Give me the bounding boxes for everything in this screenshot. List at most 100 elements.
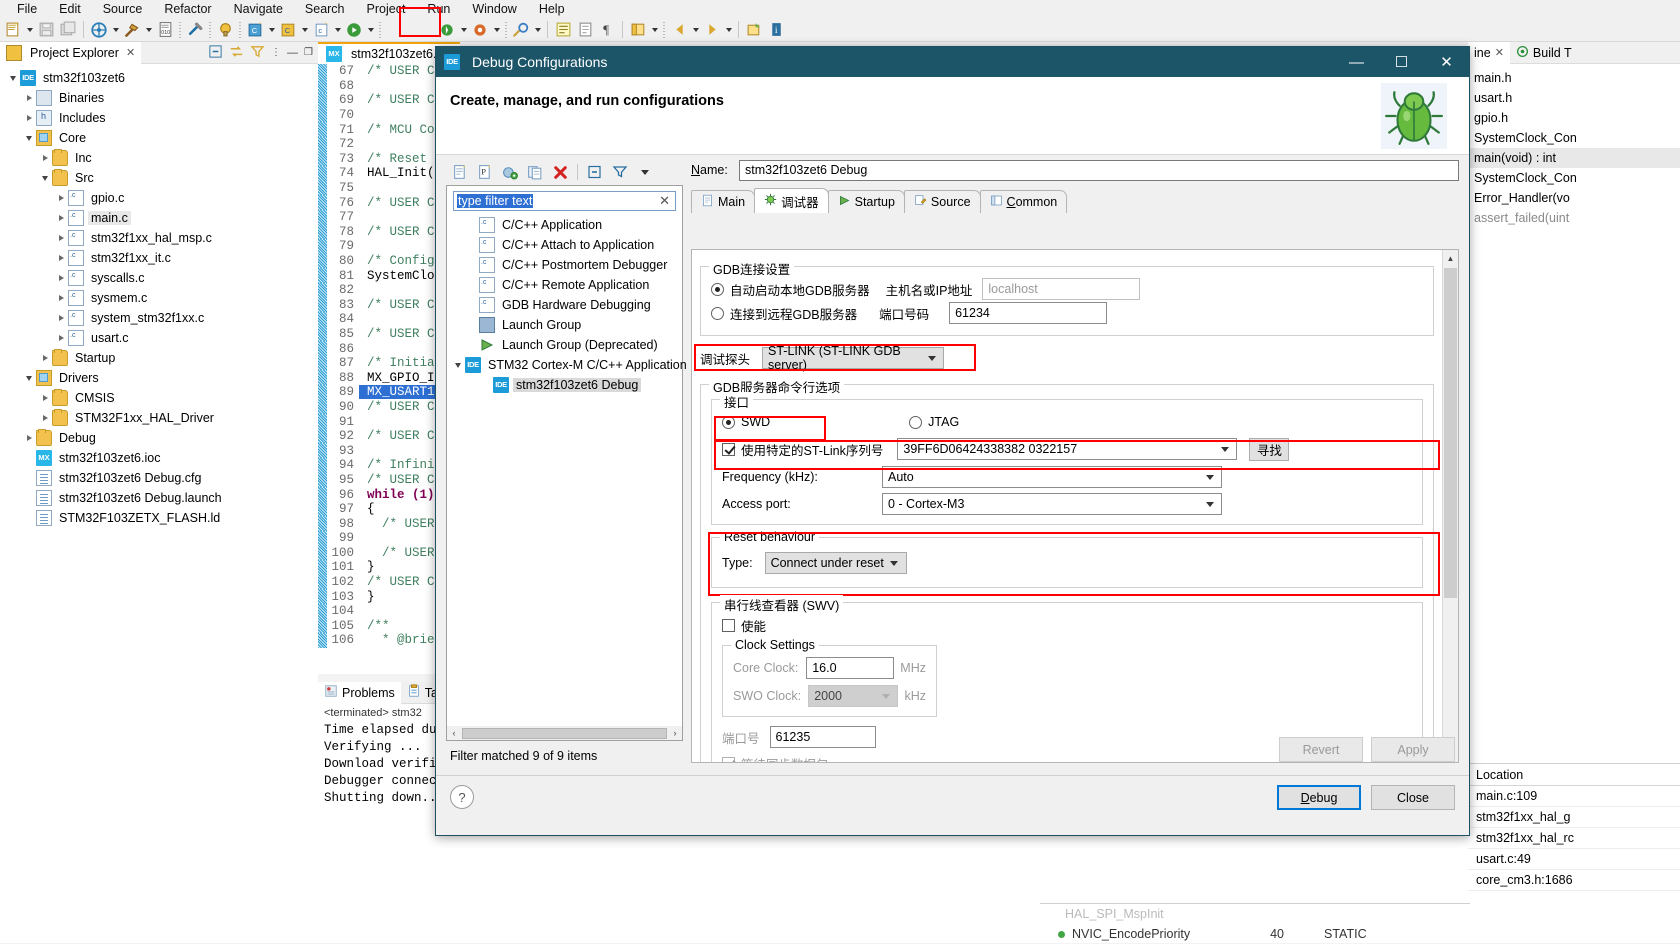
tree-item[interactable]: Src: [0, 168, 318, 188]
tree-item[interactable]: sysmem.c: [0, 288, 318, 308]
table-row[interactable]: stm32f1xx_hal_g: [1468, 807, 1680, 828]
config-tree-item[interactable]: Launch Group: [447, 315, 682, 335]
view-menu-icon[interactable]: ⋮: [271, 47, 281, 57]
access-port-combo[interactable]: 0 - Cortex-M3: [882, 493, 1222, 515]
menu-item-refactor[interactable]: Refactor: [153, 2, 222, 16]
outline-item[interactable]: gpio.h: [1468, 108, 1680, 128]
wait-for-sync-checkbox[interactable]: [722, 756, 735, 762]
build-c-config-icon[interactable]: C: [244, 19, 266, 40]
new-prototype-icon[interactable]: P: [475, 162, 496, 183]
apply-button[interactable]: Apply: [1371, 737, 1455, 762]
collapse-all-icon[interactable]: [208, 44, 223, 62]
tree-item[interactable]: main.c: [0, 208, 318, 228]
table-row[interactable]: usart.c:49: [1468, 849, 1680, 870]
tree-twisty-right[interactable]: [22, 435, 36, 441]
tree-item[interactable]: STM32F1xx_HAL_Driver: [0, 408, 318, 428]
forward-dropdown-arrow[interactable]: [723, 19, 734, 40]
tree-item[interactable]: Debug: [0, 428, 318, 448]
minimize-button[interactable]: —: [1334, 47, 1379, 77]
menu-arrow-icon[interactable]: [634, 162, 655, 183]
maximize-button[interactable]: ☐: [1379, 47, 1424, 77]
config-tree-hscrollbar[interactable]: ‹ ›: [446, 726, 683, 741]
tree-twisty-right[interactable]: [38, 155, 52, 161]
filter-input[interactable]: type filter text ✕: [453, 191, 676, 211]
run-icon[interactable]: [343, 19, 365, 40]
clean-icon[interactable]: [184, 19, 206, 40]
tab-source[interactable]: Source: [903, 190, 981, 213]
tree-item[interactable]: Startup: [0, 348, 318, 368]
auto-gdb-radio[interactable]: [711, 282, 724, 296]
tree-twisty-right[interactable]: [38, 415, 52, 421]
delete-icon[interactable]: [550, 162, 571, 183]
tree-item[interactable]: Includes: [0, 108, 318, 128]
menu-item-edit[interactable]: Edit: [48, 2, 92, 16]
minimize-icon[interactable]: —: [287, 47, 298, 59]
config-tree-item[interactable]: Launch Group (Deprecated): [447, 335, 682, 355]
tree-twisty-right[interactable]: [54, 255, 68, 261]
outline-item[interactable]: SystemClock_Con: [1468, 128, 1680, 148]
maximize-icon[interactable]: ❐: [304, 47, 313, 58]
outline-item[interactable]: usart.h: [1468, 88, 1680, 108]
close-button[interactable]: ✕: [1424, 47, 1469, 77]
tree-twisty-down[interactable]: [38, 175, 52, 181]
menu-item-navigate[interactable]: Navigate: [223, 2, 294, 16]
tree-item[interactable]: stm32f103zet6 Debug.launch: [0, 488, 318, 508]
tree-item[interactable]: IDE stm32f103zet6: [0, 68, 318, 88]
config-tree-item[interactable]: GDB Hardware Debugging: [447, 295, 682, 315]
list-item[interactable]: NVIC_EncodePriority 40 STATIC: [1040, 924, 1470, 944]
export-icon[interactable]: [500, 162, 521, 183]
menu-item-run[interactable]: Run: [416, 2, 461, 16]
scroll-left-arrow[interactable]: ‹: [447, 727, 461, 740]
tree-item[interactable]: gpio.c: [0, 188, 318, 208]
new-dropdown-arrow[interactable]: [24, 19, 35, 40]
tree-item[interactable]: Inc: [0, 148, 318, 168]
close-dialog-button[interactable]: Close: [1371, 785, 1455, 810]
forward-nav-icon[interactable]: [701, 19, 723, 40]
menu-item-window[interactable]: Window: [461, 2, 527, 16]
scroll-thumb[interactable]: [1444, 268, 1457, 598]
filter-icon[interactable]: [609, 162, 630, 183]
tree-item[interactable]: Core: [0, 128, 318, 148]
outline-item[interactable]: SystemClock_Con: [1468, 168, 1680, 188]
tree-item[interactable]: system_stm32f1xx.c: [0, 308, 318, 328]
binary-file-icon[interactable]: 010: [154, 19, 176, 40]
toggle-mark-occurrences-icon[interactable]: [552, 19, 574, 40]
c-project-dropdown-arrow[interactable]: [299, 19, 310, 40]
duplicate-icon[interactable]: [525, 162, 546, 183]
table-row[interactable]: main.c:109: [1468, 786, 1680, 807]
perspective-icon[interactable]: [627, 19, 649, 40]
new-config-icon[interactable]: [450, 162, 471, 183]
swo-clock-combo[interactable]: 2000: [808, 685, 899, 707]
config-tree-rows[interactable]: C/C++ Application C/C++ Attach to Applica…: [447, 211, 687, 395]
collapse-all-icon[interactable]: [584, 162, 605, 183]
tree-item[interactable]: STM32F103ZETX_FLASH.ld: [0, 508, 318, 528]
tree-item[interactable]: stm32f1xx_hal_msp.c: [0, 228, 318, 248]
menu-item-project[interactable]: Project: [356, 2, 417, 16]
config-tree-item[interactable]: C/C++ Attach to Application: [447, 235, 682, 255]
remote-gdb-radio[interactable]: [711, 306, 724, 320]
use-specific-serial-checkbox[interactable]: [722, 442, 735, 456]
debug-profile-icon[interactable]: [469, 19, 491, 40]
port-input[interactable]: 61234: [949, 302, 1108, 324]
outline-item[interactable]: main.h: [1468, 68, 1680, 88]
tree-twisty-right[interactable]: [54, 235, 68, 241]
tree-twisty-right[interactable]: [54, 215, 68, 221]
table-row[interactable]: stm32f1xx_hal_rc: [1468, 828, 1680, 849]
tree-item[interactable]: Binaries: [0, 88, 318, 108]
serial-number-combo[interactable]: 39FF6D06424338382 0322157: [897, 438, 1238, 460]
tree-twisty-right[interactable]: [54, 295, 68, 301]
clear-icon[interactable]: ✕: [659, 193, 672, 209]
frequency-combo[interactable]: Auto: [882, 466, 1222, 488]
pilcrow-icon[interactable]: ¶: [596, 19, 618, 40]
tab-problems[interactable]: Problems: [318, 681, 401, 704]
c-file-toolbar-icon[interactable]: c: [310, 19, 332, 40]
config-tree-item[interactable]: C/C++ Postmortem Debugger: [447, 255, 682, 275]
tree-twisty-right[interactable]: [38, 355, 52, 361]
tree-item[interactable]: syscalls.c: [0, 268, 318, 288]
debug-probe-combo[interactable]: ST-LINK (ST-LINK GDB server): [762, 344, 945, 372]
tree-item[interactable]: stm32f1xx_it.c: [0, 248, 318, 268]
config-type-tree[interactable]: type filter text ✕ C/C++ ApplicationC/C+…: [446, 185, 687, 741]
tree-twisty-right[interactable]: [54, 195, 68, 201]
revert-button[interactable]: Revert: [1279, 737, 1363, 762]
project-tree[interactable]: IDE stm32f103zet6 Binaries Includes Core Inc S…: [0, 64, 318, 528]
